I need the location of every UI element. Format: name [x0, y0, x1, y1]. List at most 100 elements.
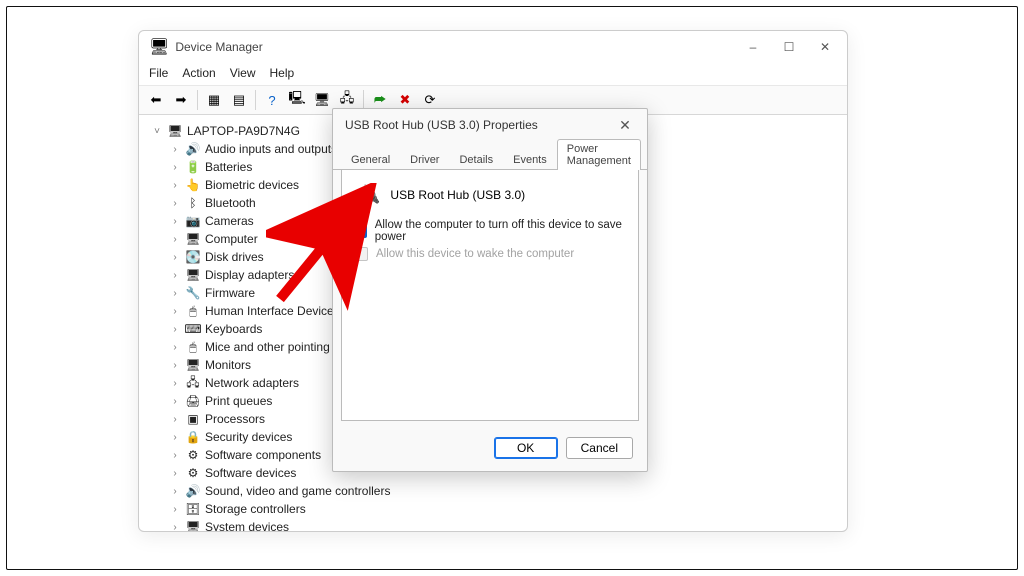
chevron-right-icon[interactable]: › — [169, 306, 181, 317]
category-label: Firmware — [205, 286, 255, 300]
category-icon: 🖥 — [185, 231, 201, 247]
tab-driver[interactable]: Driver — [400, 150, 449, 169]
category-label: Disk drives — [205, 250, 264, 264]
tab-details[interactable]: Details — [449, 150, 503, 169]
chevron-right-icon[interactable]: › — [169, 180, 181, 191]
chevron-right-icon[interactable]: › — [169, 324, 181, 335]
tab-power-management[interactable]: Power Management — [557, 139, 641, 170]
option-allow-turn-off-label: Allow the computer to turn off this devi… — [375, 219, 626, 243]
category-label: Computer — [205, 232, 258, 246]
forward-button[interactable]: ➡ — [170, 89, 192, 111]
chevron-right-icon[interactable]: › — [169, 360, 181, 371]
back-button[interactable]: ⬅ — [145, 89, 167, 111]
category-icon: 🔧 — [185, 285, 201, 301]
category-icon: 🗄 — [185, 501, 201, 517]
option-allow-turn-off[interactable]: ✓ Allow the computer to turn off this de… — [354, 217, 626, 245]
dialog-title: USB Root Hub (USB 3.0) Properties — [345, 118, 538, 132]
chevron-right-icon[interactable]: › — [169, 162, 181, 173]
maximize-button[interactable]: ☐ — [771, 33, 807, 61]
power-management-panel: 🔌 USB Root Hub (USB 3.0) ✓ Allow the com… — [341, 170, 639, 421]
category-icon: 🖥 — [185, 519, 201, 531]
usb-hub-icon: 🔌 — [358, 184, 380, 205]
separator — [255, 90, 256, 110]
separator — [197, 90, 198, 110]
menubar: File Action View Help — [139, 63, 847, 86]
close-button[interactable]: ✕ — [807, 33, 843, 61]
category-label: Audio inputs and outputs — [205, 142, 337, 156]
menu-action[interactable]: Action — [182, 66, 215, 80]
option-allow-wake: Allow this device to wake the computer — [354, 245, 626, 263]
category-label: Monitors — [205, 358, 251, 372]
category-label: Software devices — [205, 466, 296, 480]
checkbox-allow-wake — [354, 247, 368, 261]
chevron-down-icon[interactable]: ˅ — [151, 126, 163, 137]
category-label: Print queues — [205, 394, 272, 408]
category-icon: 🔊 — [185, 141, 201, 157]
chevron-right-icon[interactable]: › — [169, 270, 181, 281]
category-icon: 💽 — [185, 249, 201, 265]
category-icon: 👆 — [185, 177, 201, 193]
category-icon: 🖱 — [185, 303, 201, 319]
category-label: Storage controllers — [205, 502, 306, 516]
category-icon: 🔊 — [185, 483, 201, 499]
properties-button[interactable]: ▤ — [228, 89, 250, 111]
chevron-right-icon[interactable]: › — [169, 342, 181, 353]
menu-file[interactable]: File — [149, 66, 168, 80]
category-icon: 🖥 — [185, 357, 201, 373]
category-icon: 🖨 — [185, 393, 201, 409]
show-hidden-button[interactable]: ▦ — [203, 89, 225, 111]
properties-dialog: USB Root Hub (USB 3.0) Properties ✕ Gene… — [332, 108, 648, 472]
menu-view[interactable]: View — [230, 66, 256, 80]
category-label: Processors — [205, 412, 265, 426]
device-header: 🔌 USB Root Hub (USB 3.0) — [354, 180, 626, 217]
category-icon: 🔋 — [185, 159, 201, 175]
chevron-right-icon[interactable]: › — [169, 432, 181, 443]
option-allow-wake-label: Allow this device to wake the computer — [376, 248, 574, 260]
chevron-right-icon[interactable]: › — [169, 414, 181, 425]
chevron-right-icon[interactable]: › — [169, 396, 181, 407]
menu-help[interactable]: Help — [270, 66, 295, 80]
category-icon: ⚙ — [185, 465, 201, 481]
dialog-close-button[interactable]: ✕ — [611, 115, 639, 135]
cancel-button[interactable]: Cancel — [566, 437, 633, 459]
minimize-button[interactable]: – — [735, 33, 771, 61]
dialog-buttons: OK Cancel — [333, 429, 647, 471]
category-icon: 🖥 — [185, 267, 201, 283]
chevron-right-icon[interactable]: › — [169, 522, 181, 532]
chevron-right-icon[interactable]: › — [169, 288, 181, 299]
category-icon: 🖧 — [185, 375, 201, 391]
category-icon: 🖱 — [185, 339, 201, 355]
chevron-right-icon[interactable]: › — [169, 234, 181, 245]
tree-category[interactable]: › 🗄 Storage controllers — [167, 500, 841, 518]
devices-button[interactable]: 🖳 — [286, 89, 308, 111]
category-label: Display adapters — [205, 268, 294, 282]
tree-category[interactable]: › 🔊 Sound, video and game controllers — [167, 482, 841, 500]
computer-icon: 🖥 — [167, 123, 183, 139]
chevron-right-icon[interactable]: › — [169, 486, 181, 497]
category-icon: 🔒 — [185, 429, 201, 445]
category-label: Network adapters — [205, 376, 299, 390]
window-title: Device Manager — [175, 40, 262, 54]
tab-general[interactable]: General — [341, 150, 400, 169]
chevron-right-icon[interactable]: › — [169, 378, 181, 389]
chevron-right-icon[interactable]: › — [169, 198, 181, 209]
chevron-right-icon[interactable]: › — [169, 252, 181, 263]
category-icon: 📷 — [185, 213, 201, 229]
category-label: Software components — [205, 448, 321, 462]
chevron-right-icon[interactable]: › — [169, 504, 181, 515]
chevron-right-icon[interactable]: › — [169, 450, 181, 461]
scan-button[interactable]: 🖥 — [311, 89, 333, 111]
tab-events[interactable]: Events — [503, 150, 557, 169]
chevron-right-icon[interactable]: › — [169, 144, 181, 155]
chevron-right-icon[interactable]: › — [169, 216, 181, 227]
chevron-right-icon[interactable]: › — [169, 468, 181, 479]
category-label: Bluetooth — [205, 196, 256, 210]
tree-category[interactable]: › 🖥 System devices — [167, 518, 841, 531]
ok-button[interactable]: OK — [494, 437, 558, 459]
help-button[interactable]: ? — [261, 89, 283, 111]
app-icon: 🖥 — [149, 37, 169, 57]
checkbox-allow-turn-off[interactable]: ✓ — [354, 224, 367, 238]
dialog-titlebar: USB Root Hub (USB 3.0) Properties ✕ — [333, 109, 647, 139]
category-label: System devices — [205, 520, 289, 531]
category-label: Batteries — [205, 160, 252, 174]
